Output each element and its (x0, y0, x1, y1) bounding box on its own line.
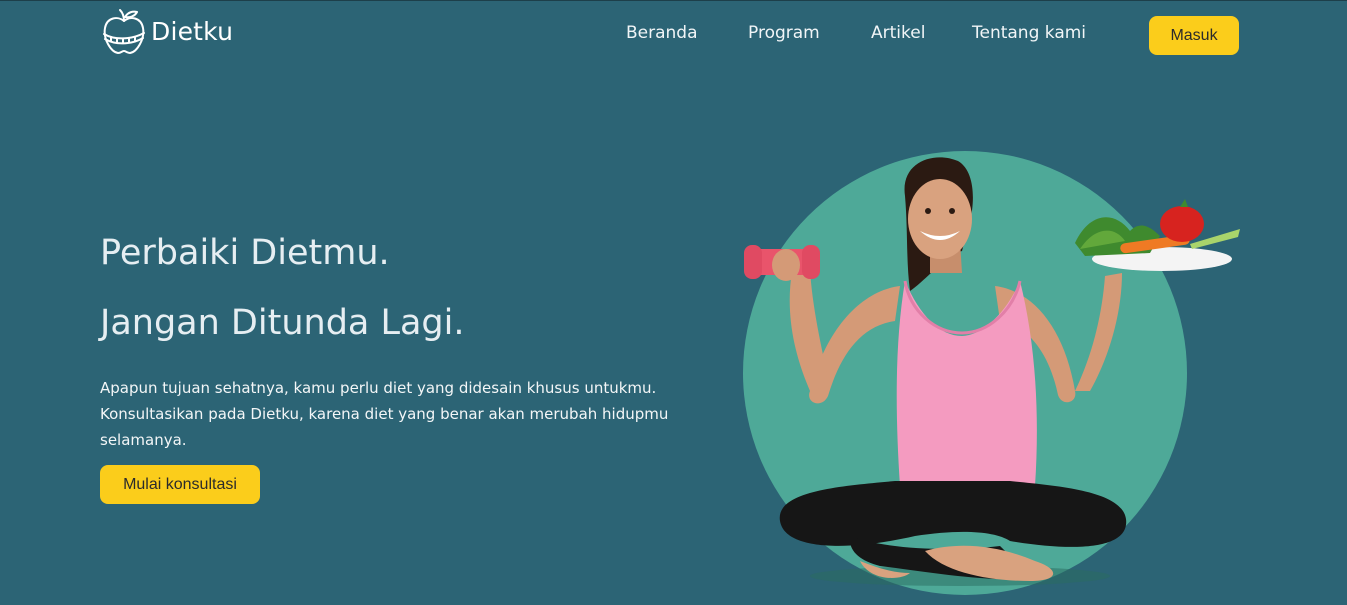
navbar: Dietku Beranda Program Artikel Tentang k… (0, 1, 1347, 69)
start-consultation-button[interactable]: Mulai konsultasi (100, 465, 260, 504)
nav-item-beranda[interactable]: Beranda (626, 23, 698, 43)
hero-title-line1: Perbaiki Dietmu. (100, 233, 390, 273)
brand-name: Dietku (151, 16, 234, 46)
nav-item-program[interactable]: Program (748, 23, 820, 43)
nav-item-tentang-kami[interactable]: Tentang kami (972, 23, 1086, 43)
hero-image (730, 141, 1250, 605)
apple-measuring-tape-icon (103, 9, 145, 54)
hero-title-line2: Jangan Ditunda Lagi. (100, 303, 465, 343)
brand-logo-link[interactable]: Dietku (99, 7, 233, 57)
login-button[interactable]: Masuk (1149, 16, 1239, 55)
nav-item-artikel[interactable]: Artikel (871, 23, 925, 43)
hero-description: Apapun tujuan sehatnya, kamu perlu diet … (100, 379, 669, 449)
